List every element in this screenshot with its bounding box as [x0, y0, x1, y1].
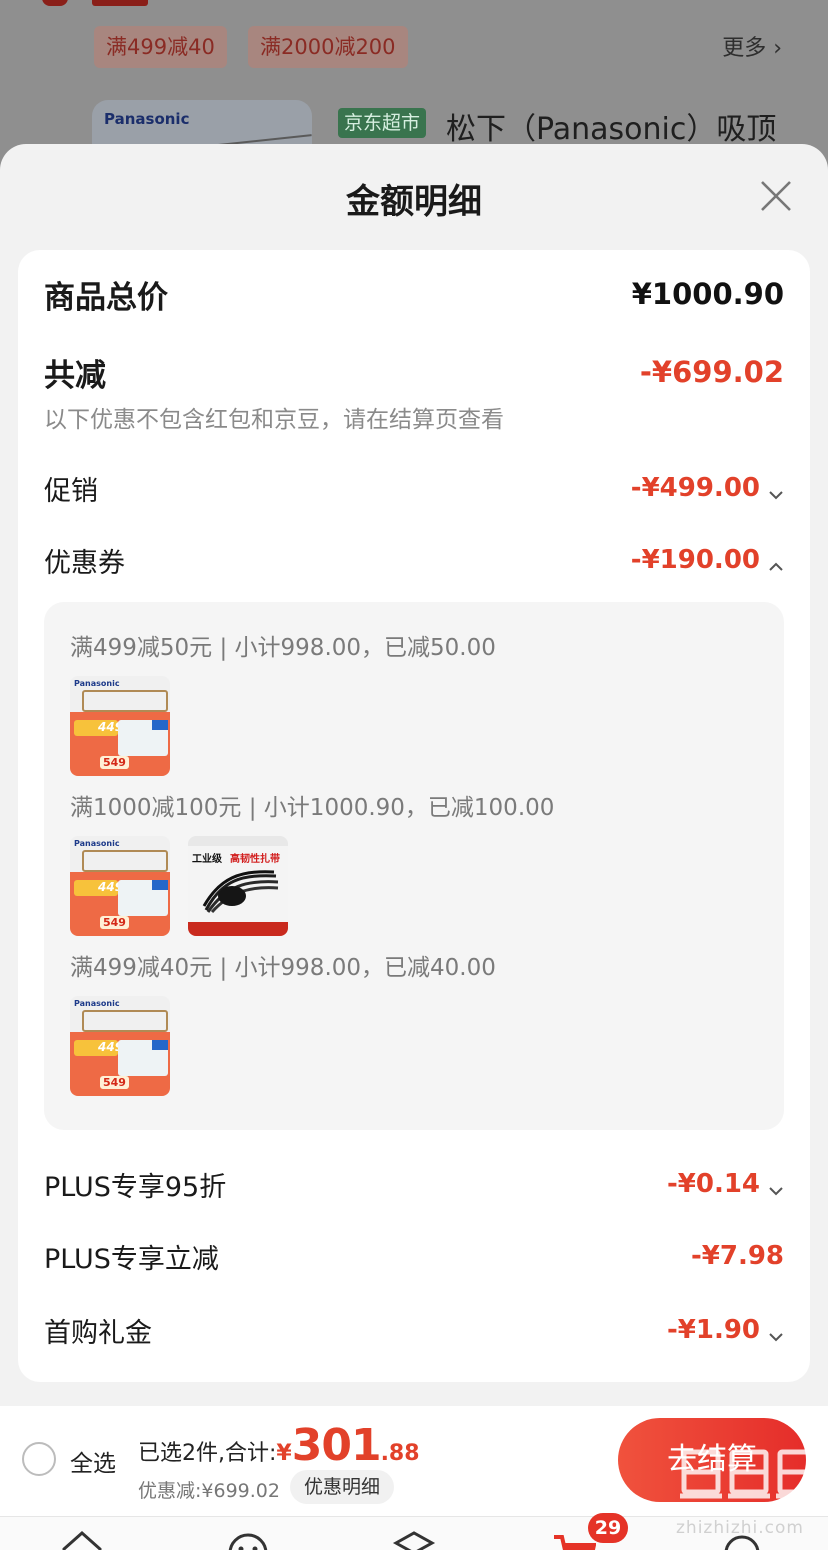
lamp-brand: Panasonic: [74, 679, 120, 688]
reduction-row: 共减 -¥699.02: [44, 350, 784, 394]
thumb-brand: Panasonic: [104, 110, 190, 128]
store-tag: [92, 0, 148, 6]
product-thumb-lamp[interactable]: Panasonic 449 549: [70, 996, 170, 1096]
product-title[interactable]: 松下（Panasonic）吸顶: [446, 104, 776, 148]
reduction-amount: -¥699.02: [639, 355, 784, 389]
category-icon[interactable]: [392, 1527, 436, 1550]
total-row: 商品总价 ¥1000.90: [44, 272, 784, 316]
promo-chip-1[interactable]: 满499减40: [94, 26, 227, 68]
order-summary: 已选2件,合计: ¥ 301 .88: [138, 1420, 420, 1471]
store-icon: [42, 0, 68, 6]
lamp-brand: Panasonic: [74, 999, 120, 1008]
total-amount: ¥1000.90: [631, 277, 784, 311]
plus-instant-amount: -¥7.98: [690, 1241, 784, 1271]
promo-amount-wrap: -¥499.00: [631, 473, 784, 503]
promo-chip-2[interactable]: 满2000减200: [248, 26, 408, 68]
coupon-detail-panel: 满499减50元 | 小计998.00，已减50.00 Panasonic 44…: [44, 602, 784, 1130]
reduction-label: 共减: [44, 357, 106, 394]
chevron-down-icon[interactable]: [768, 1322, 784, 1342]
coupon-row[interactable]: 优惠券 -¥190.00: [44, 540, 784, 580]
watermark-icon: [680, 1449, 818, 1499]
plus-discount-row[interactable]: PLUS专享95折 -¥0.14: [44, 1164, 784, 1204]
lamp-price-tag: 549: [100, 916, 129, 929]
coupon-label: 优惠券: [44, 547, 125, 579]
total-decimal: .88: [380, 1441, 420, 1466]
coupon-amount: -¥190.00: [630, 545, 760, 575]
first-gift-row[interactable]: 首购礼金 -¥1.90: [44, 1310, 784, 1350]
product-thumb-cable-tie[interactable]: 工业级 高韧性扎带: [188, 836, 288, 936]
lamp-price-tag: 549: [100, 1076, 129, 1089]
promo-label: 促销: [44, 475, 98, 507]
product-thumb-lamp[interactable]: Panasonic 449 549: [70, 836, 170, 936]
discount-summary: 优惠减:¥699.02: [138, 1480, 280, 1502]
tie-title-b: 高韧性扎带: [230, 854, 280, 865]
chevron-down-icon[interactable]: [768, 1176, 784, 1196]
lamp-price-tag: 549: [100, 756, 129, 769]
summary-prefix: 已选2件,合计:: [138, 1441, 277, 1466]
reduction-note: 以下优惠不包含红包和京豆，请在结算页查看: [44, 407, 504, 433]
plus-instant-label: PLUS专享立减: [44, 1243, 219, 1275]
first-gift-amount: -¥1.90: [666, 1315, 760, 1345]
cart-badge: 29: [588, 1513, 628, 1543]
first-gift-amount-wrap: -¥1.90: [667, 1315, 784, 1345]
total-integer: 301: [291, 1420, 382, 1471]
chevron-down-icon[interactable]: [768, 480, 784, 500]
watermark-url: zhizhizhi.com: [676, 1518, 804, 1538]
first-gift-label: 首购礼金: [44, 1317, 152, 1349]
close-icon: [761, 181, 791, 211]
coupon-amount-wrap: -¥190.00: [631, 545, 784, 575]
coupon-group-1-text: 满499减50元 | 小计998.00，已减50.00: [70, 635, 496, 661]
plus-discount-amount-wrap: -¥0.14: [667, 1169, 784, 1199]
chevron-up-icon[interactable]: [768, 552, 784, 571]
discount-detail-button[interactable]: 优惠明细: [290, 1470, 395, 1504]
coupon-group-2-text: 满1000减100元 | 小计1000.90，已减100.00: [70, 795, 555, 821]
more-label: 更多: [722, 36, 767, 61]
total-label: 商品总价: [44, 279, 168, 316]
lamp-brand: Panasonic: [74, 839, 120, 848]
coupon-group-3-text: 满499减40元 | 小计998.00，已减40.00: [70, 955, 496, 981]
detail-card: 商品总价 ¥1000.90 共减 -¥699.02 以下优惠不包含红包和京豆，请…: [18, 250, 810, 1382]
close-button[interactable]: [758, 178, 794, 214]
discover-icon[interactable]: [226, 1527, 270, 1550]
watermark-logo: [676, 1442, 822, 1516]
plus-discount-amount: -¥0.14: [666, 1169, 760, 1199]
sheet-title: 金额明细: [346, 182, 482, 222]
currency-symbol: ¥: [276, 1441, 292, 1466]
more-link[interactable]: 更多 ›: [722, 30, 782, 62]
plus-instant-row: PLUS专享立减 -¥7.98: [44, 1236, 784, 1276]
amount-detail-sheet: 金额明细 商品总价 ¥1000.90 共减 -¥699.02 以下优惠不包含红包…: [0, 144, 828, 1414]
home-icon[interactable]: [60, 1527, 104, 1550]
jd-supermarket-badge: 京东超市: [338, 108, 427, 138]
promo-row[interactable]: 促销 -¥499.00: [44, 468, 784, 508]
promo-amount: -¥499.00: [630, 473, 760, 503]
select-all-radio[interactable]: [22, 1442, 56, 1476]
tie-title-a: 工业级: [192, 854, 222, 865]
product-thumb-lamp[interactable]: Panasonic 449 549: [70, 676, 170, 776]
plus-discount-label: PLUS专享95折: [44, 1171, 227, 1203]
cable-tie-image: [202, 870, 279, 914]
select-all-label[interactable]: 全选: [70, 1444, 116, 1478]
